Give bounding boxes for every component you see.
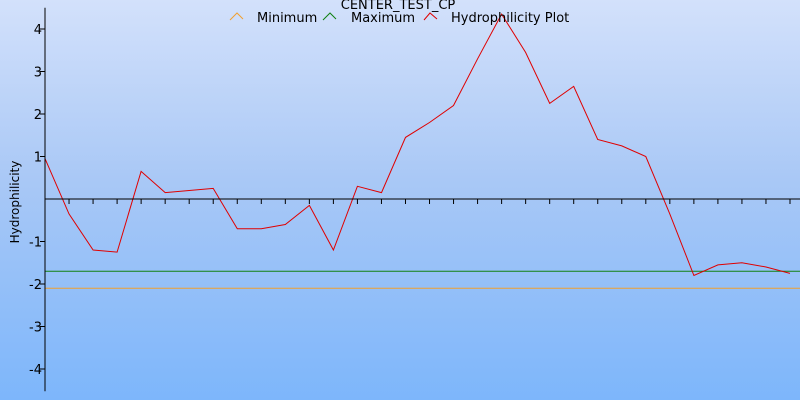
hydrophilicity-chart: -4-3-2-11234 CENTER_TEST_CP Minimum Maxi… (8, 0, 800, 392)
series-line-hydrophilicity-plot (44, 13, 791, 277)
legend-swatch-minimum (229, 12, 244, 21)
y-tick-label: -1 (29, 236, 42, 251)
y-tick-label: 3 (34, 66, 42, 81)
y-tick-label: -4 (29, 363, 42, 378)
legend-label-hydrophilicity: Hydrophilicity Plot (451, 11, 569, 26)
legend-swatch-hydrophilicity (423, 12, 438, 21)
legend-item-hydrophilicity-plot: Hydrophilicity Plot (423, 11, 569, 26)
chart-canvas: -4 -3 -2 -1 1 2 3 4 CENTER_TEST_CP Minimum Maxi… (0, 0, 800, 400)
y-tick-label: 4 (34, 23, 42, 38)
legend-label-minimum: Minimum (257, 11, 317, 26)
y-tick-label: -3 (29, 321, 42, 336)
y-tick-label: 2 (34, 108, 42, 123)
legend-label-maximum: Maximum (351, 11, 415, 26)
chart-legend: Minimum Maximum Hydrophilicity Plot (229, 11, 569, 26)
y-tick-label: 1 (34, 151, 42, 166)
y-tick-label: -2 (29, 278, 42, 293)
legend-item-maximum: Maximum (322, 11, 415, 26)
legend-item-minimum: Minimum (229, 11, 317, 26)
legend-swatch-maximum (322, 12, 337, 21)
y-axis-label: Hydrophilicity (8, 161, 22, 244)
